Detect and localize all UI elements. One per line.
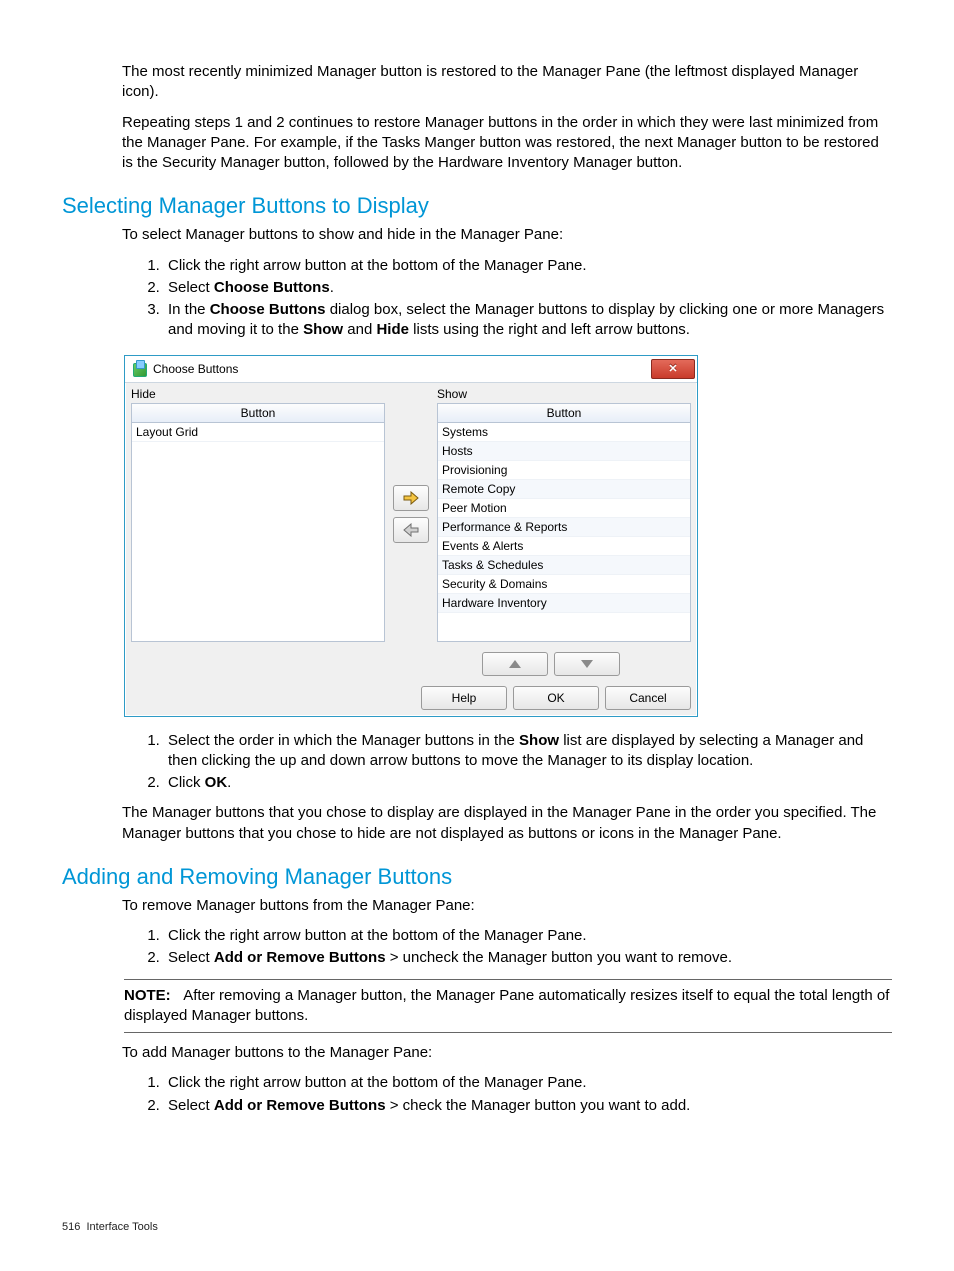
choose-buttons-dialog: Choose Buttons ✕ Hide Button Layout Grid [124,355,698,717]
choose-buttons-dialog-figure: Choose Buttons ✕ Hide Button Layout Grid [124,355,892,717]
remove-step-1: Click the right arrow button at the bott… [164,926,892,946]
step-b1: Select the order in which the Manager bu… [164,731,892,772]
hide-col-header: Button [131,403,385,423]
note-block: NOTE: After removing a Manager button, t… [124,979,892,1034]
list-item[interactable]: Tasks & Schedules [438,556,690,575]
arrow-left-icon [403,523,419,537]
list-item[interactable]: Security & Domains [438,575,690,594]
show-label: Show [437,387,691,401]
footer-section: Interface Tools [86,1221,157,1233]
add-steps: Click the right arrow button at the bott… [124,1073,892,1116]
remove-steps: Click the right arrow button at the bott… [124,926,892,969]
add-step-1: Click the right arrow button at the bott… [164,1073,892,1093]
remove-step-2: Select Add or Remove Buttons > uncheck t… [164,948,892,968]
show-col-header: Button [437,403,691,423]
list-item[interactable]: Layout Grid [132,423,384,442]
list-item[interactable]: Hardware Inventory [438,594,690,613]
selecting-outro: The Manager buttons that you chose to di… [122,803,892,844]
triangle-down-icon [581,660,593,668]
ok-button[interactable]: OK [513,686,599,710]
cancel-button[interactable]: Cancel [605,686,691,710]
dialog-titlebar: Choose Buttons ✕ [125,356,697,383]
help-button[interactable]: Help [421,686,507,710]
intro-para-1: The most recently minimized Manager butt… [122,62,892,103]
step-a1: Click the right arrow button at the bott… [164,256,892,276]
list-item[interactable]: Events & Alerts [438,537,690,556]
move-left-button[interactable] [393,517,429,543]
heading-selecting: Selecting Manager Buttons to Display [62,193,892,219]
steps-list-a: Click the right arrow button at the bott… [124,256,892,341]
close-icon[interactable]: ✕ [651,359,695,379]
list-item[interactable]: Peer Motion [438,499,690,518]
move-up-button[interactable] [482,652,548,676]
page-number: 516 [62,1221,80,1233]
list-item[interactable]: Performance & Reports [438,518,690,537]
move-down-button[interactable] [554,652,620,676]
step-a3: In the Choose Buttons dialog box, select… [164,300,892,341]
add-step-2: Select Add or Remove Buttons > check the… [164,1096,892,1116]
note-text: After removing a Manager button, the Man… [124,987,889,1024]
note-label: NOTE: [124,987,171,1004]
intro-para-2: Repeating steps 1 and 2 continues to res… [122,113,892,174]
selecting-intro: To select Manager buttons to show and hi… [122,225,892,245]
step-a2: Select Choose Buttons. [164,278,892,298]
list-item[interactable]: Remote Copy [438,480,690,499]
show-panel: Show Button Systems Hosts Provisioning R… [437,387,691,642]
triangle-up-icon [509,660,521,668]
page-footer: 516 Interface Tools [62,1221,158,1233]
list-item[interactable]: Provisioning [438,461,690,480]
dialog-title-text: Choose Buttons [153,362,238,376]
steps-list-b: Select the order in which the Manager bu… [124,731,892,794]
hide-panel: Hide Button Layout Grid [131,387,385,642]
add-intro: To add Manager buttons to the Manager Pa… [122,1043,892,1063]
hide-label: Hide [131,387,385,401]
show-list[interactable]: Systems Hosts Provisioning Remote Copy P… [437,423,691,642]
arrow-right-icon [403,491,419,505]
remove-intro: To remove Manager buttons from the Manag… [122,896,892,916]
dialog-app-icon [131,361,147,377]
step-b2: Click OK. [164,773,892,793]
hide-list[interactable]: Layout Grid [131,423,385,642]
list-item[interactable]: Systems [438,423,690,442]
list-item[interactable]: Hosts [438,442,690,461]
move-right-button[interactable] [393,485,429,511]
heading-adding-removing: Adding and Removing Manager Buttons [62,864,892,890]
